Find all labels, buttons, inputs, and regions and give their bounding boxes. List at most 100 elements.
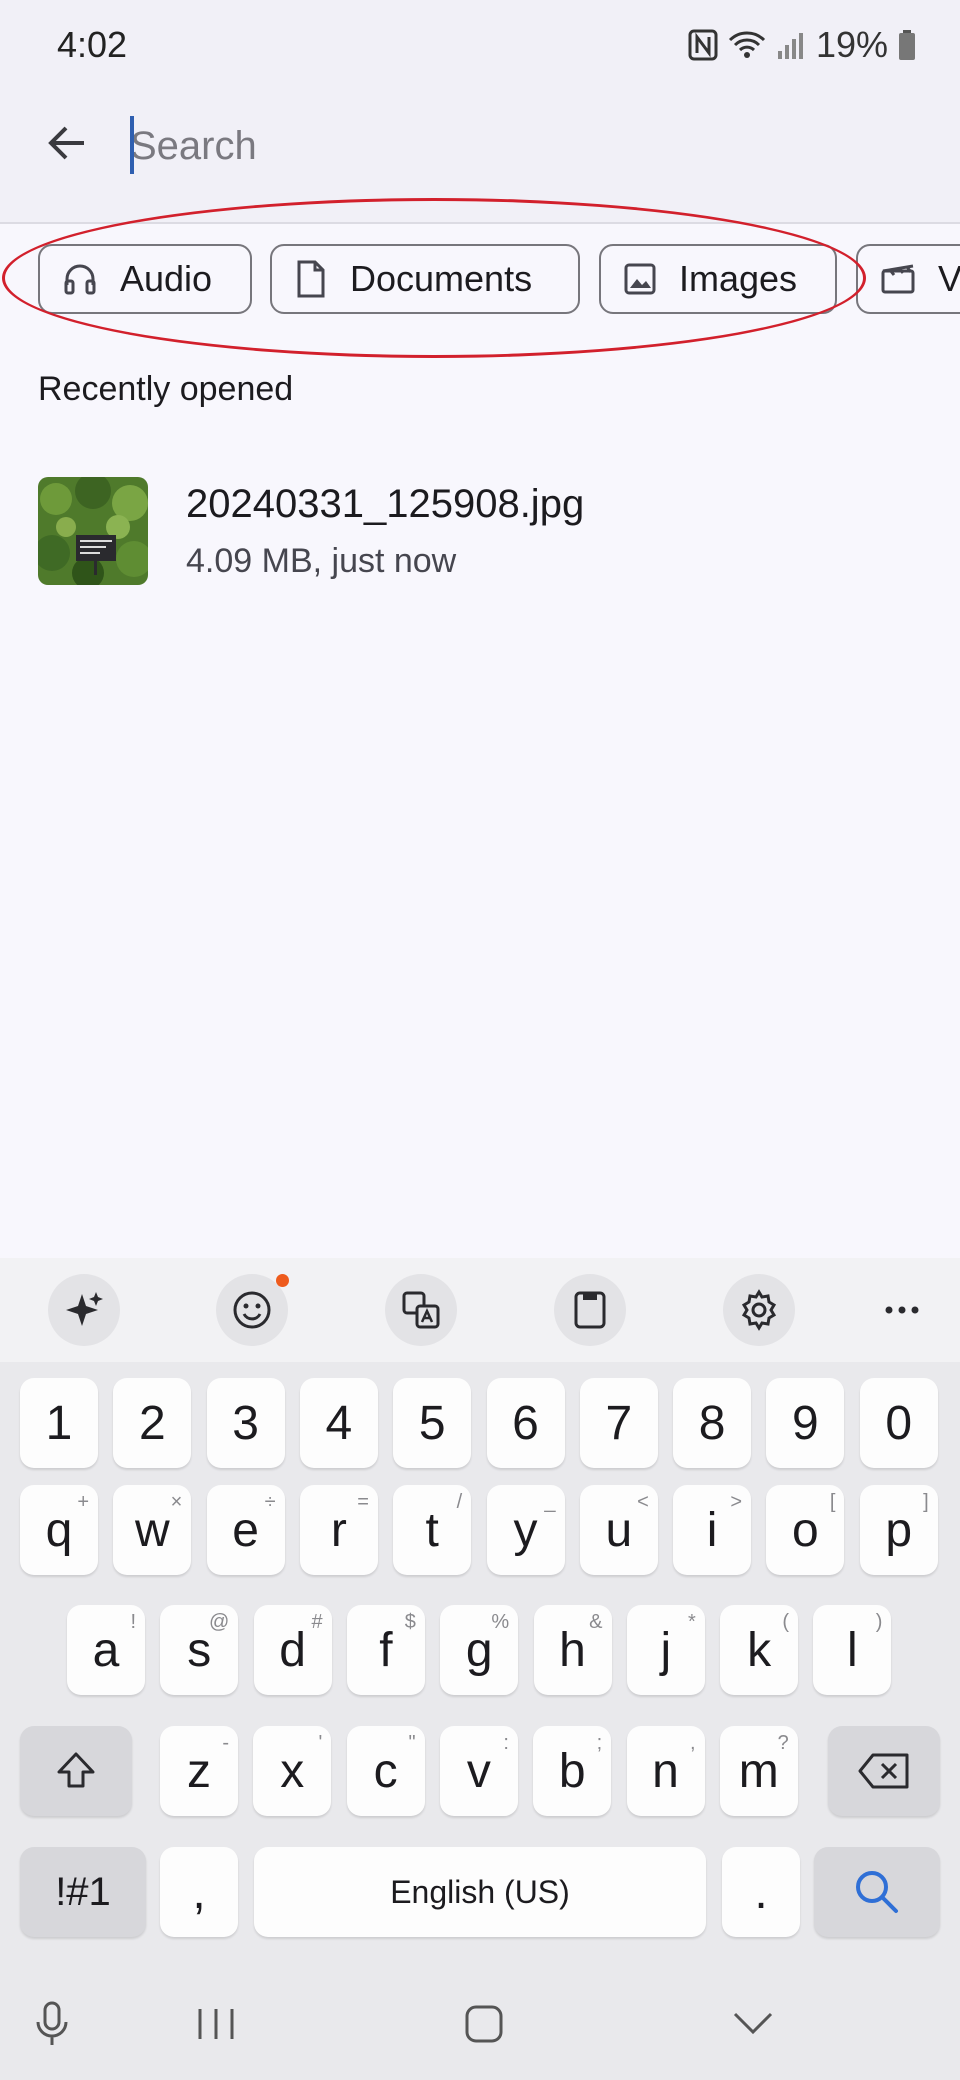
key-g[interactable]: g%	[440, 1605, 519, 1695]
key-a[interactable]: a!	[67, 1605, 145, 1695]
key-w-hint: ×	[170, 1491, 183, 1513]
key-5[interactable]: 5	[393, 1378, 472, 1468]
key-i-hint: >	[730, 1491, 743, 1513]
file-thumbnail[interactable]	[38, 477, 148, 585]
search-input[interactable]	[130, 108, 890, 184]
key-6[interactable]: 6	[486, 1378, 565, 1468]
symbols-key[interactable]: !#1	[20, 1847, 146, 1937]
key-h[interactable]: h &	[533, 1605, 612, 1695]
home-button[interactable]	[464, 2004, 504, 2049]
key-0[interactable]: 0	[859, 1378, 938, 1468]
key-o-label: o	[792, 1503, 819, 1557]
key-s-hint: @	[208, 1611, 230, 1633]
key-w-label: w	[134, 1503, 170, 1557]
key-l[interactable]: l)	[813, 1605, 892, 1695]
wifi-icon	[728, 30, 766, 60]
key-b-label: b	[558, 1744, 586, 1798]
key-e-hint: ÷	[264, 1491, 276, 1513]
clipboard-button[interactable]	[554, 1274, 626, 1346]
key-q[interactable]: q +	[20, 1485, 98, 1575]
recents-button[interactable]	[196, 2006, 236, 2047]
key-r[interactable]: r =	[299, 1485, 378, 1575]
headphones-icon	[64, 264, 96, 295]
emoji-button[interactable]	[216, 1274, 289, 1346]
key-a-hint: !	[130, 1611, 136, 1633]
translate-button[interactable]	[385, 1274, 457, 1346]
more-button[interactable]	[866, 1274, 938, 1346]
back-arrow-icon	[48, 126, 84, 160]
mic-button[interactable]	[32, 2000, 72, 2053]
key-k[interactable]: k(	[720, 1605, 799, 1695]
key-n-hint: ,	[689, 1732, 696, 1754]
key-v[interactable]: v:	[439, 1726, 518, 1816]
key-p[interactable]: p]	[859, 1485, 938, 1575]
chip-audio[interactable]: Audio	[38, 244, 252, 314]
search-key[interactable]	[814, 1847, 940, 1937]
sparkle-icon	[66, 1292, 103, 1326]
key-m-label: m	[738, 1744, 779, 1798]
space-key[interactable]: English (US)	[254, 1847, 706, 1937]
key-h-label: h	[559, 1623, 586, 1677]
key-z-hint: -	[222, 1732, 229, 1754]
keyboard-toolbar	[0, 1258, 960, 1362]
key-8[interactable]: 8	[673, 1378, 752, 1468]
key-3[interactable]: 3	[206, 1378, 285, 1468]
key-e[interactable]: e ÷	[206, 1485, 285, 1575]
key-w[interactable]: w ×	[113, 1485, 192, 1575]
sparkle-button[interactable]	[48, 1274, 120, 1346]
key-4[interactable]: 4	[299, 1378, 378, 1468]
search-icon	[856, 1871, 898, 1913]
chip-images[interactable]: Images	[599, 244, 837, 314]
key-s[interactable]: s @	[160, 1605, 239, 1695]
key-s-label: s	[187, 1623, 212, 1677]
key-b[interactable]: b;	[533, 1726, 612, 1816]
key-q-hint: +	[77, 1491, 89, 1513]
chip-videos[interactable]: V	[856, 244, 960, 314]
key-c[interactable]: c "	[346, 1726, 425, 1816]
key-f[interactable]: f $	[346, 1605, 425, 1695]
key-z[interactable]: z-	[160, 1726, 238, 1816]
back-button[interactable]	[40, 116, 94, 170]
key-8-label: 8	[698, 1396, 726, 1450]
key-m[interactable]: m?	[719, 1726, 798, 1816]
key-9-label: 9	[792, 1396, 819, 1450]
emoji-icon	[233, 1291, 271, 1329]
key-1[interactable]: 1	[20, 1378, 98, 1468]
chip-documents[interactable]: Documents	[270, 244, 580, 314]
settings-button[interactable]	[723, 1274, 795, 1346]
key-p-hint: ]	[923, 1491, 929, 1513]
key-o[interactable]: o[	[766, 1485, 845, 1575]
file-meta: 4.09 MB, just now	[186, 542, 457, 580]
settings-icon	[741, 1289, 777, 1331]
period-key[interactable]: .	[722, 1847, 800, 1937]
key-i[interactable]: i >	[673, 1485, 752, 1575]
key-y[interactable]: y _	[486, 1485, 565, 1575]
more-icon	[885, 1306, 919, 1314]
key-t[interactable]: t /	[393, 1485, 472, 1575]
key-v-label: v	[466, 1744, 491, 1798]
key-7[interactable]: 7	[579, 1378, 658, 1468]
key-2[interactable]: 2	[113, 1378, 192, 1468]
key-x-label: x	[280, 1744, 305, 1798]
key-j[interactable]: j *	[626, 1605, 705, 1695]
key-e-label: e	[232, 1503, 259, 1557]
key-j-hint: *	[688, 1611, 696, 1633]
video-icon	[881, 264, 915, 294]
key-r-hint: =	[357, 1491, 369, 1513]
clipboard-icon	[574, 1291, 606, 1329]
key-d[interactable]: d #	[253, 1605, 332, 1695]
key-y-hint: _	[544, 1491, 556, 1513]
key-l-label: l	[847, 1623, 858, 1677]
comma-key[interactable]: ,	[160, 1847, 238, 1937]
key-x[interactable]: x '	[253, 1726, 332, 1816]
backspace-key[interactable]	[828, 1726, 940, 1816]
key-o-hint: [	[829, 1491, 836, 1513]
hide-keyboard-button[interactable]	[732, 2010, 774, 2041]
key-n[interactable]: n,	[626, 1726, 705, 1816]
key-p-label: p	[885, 1503, 913, 1557]
shift-key[interactable]	[20, 1726, 132, 1816]
file-name[interactable]: 20240331_125908.jpg	[186, 482, 584, 527]
key-u[interactable]: u <	[579, 1485, 658, 1575]
key-9[interactable]: 9	[766, 1378, 845, 1468]
key-n-label: n	[652, 1744, 679, 1798]
